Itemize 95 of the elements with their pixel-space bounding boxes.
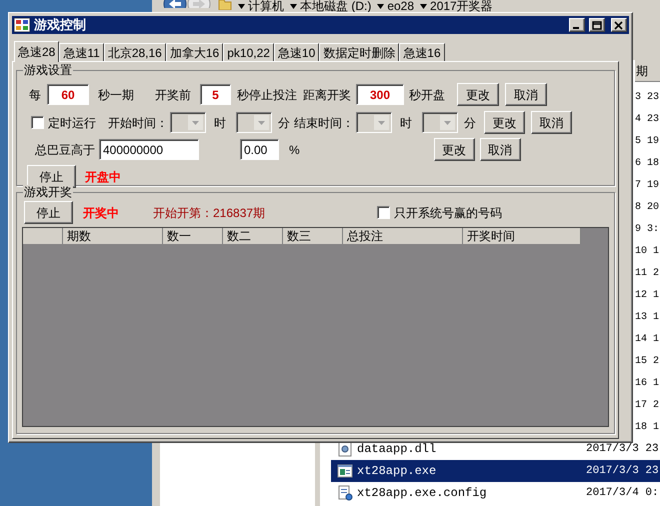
file-name: xt28app.exe.config [357,485,488,502]
date-cell-text: 17 2 [635,398,660,412]
tab[interactable]: 急速11 [59,43,104,61]
label: 时 [214,114,226,132]
tab[interactable]: 急速10 [274,43,320,61]
seconds-field[interactable]: 60 [47,84,89,105]
checkbox[interactable] [31,116,44,129]
tab[interactable]: pk10,22 [223,43,274,61]
close-button[interactable] [611,18,627,32]
dropdown[interactable] [356,112,392,133]
group-title: 游戏设置 [23,63,73,77]
column-header[interactable]: 期 [635,60,660,82]
date-cell-text: 15 2 [635,354,660,368]
date-cell-text: 9 3: [635,222,660,236]
date-cell-text: 10 1 [635,244,660,258]
close-icon [614,20,624,30]
date-cell-text: 5 19 [635,134,660,148]
file-name: dataapp.dll [357,441,438,458]
status-text: 开盘中 [85,168,121,186]
seconds-field[interactable]: 5 [200,84,231,105]
date-cell-text: 6 18 [635,156,660,170]
tab[interactable]: 加拿大16 [166,43,224,61]
date-cell-text: 18 1 [635,420,660,434]
status-text: 开奖中 [83,204,119,222]
date-cell-text: 3 23 [635,90,660,104]
file-row[interactable]: xt28app.exe 2017/3/3 23 [331,460,660,482]
maximize-button[interactable] [589,18,605,32]
dropdown[interactable] [170,112,206,133]
change-button[interactable]: 更改 [484,111,525,134]
period-info: 开始开第：216837期 [153,204,266,222]
column-header[interactable]: 数三 [283,228,343,244]
breadcrumb-item[interactable]: 本地磁盘 (D:) [300,0,372,15]
label: 分 [464,114,476,132]
seconds-field[interactable]: 300 [356,84,404,105]
percent-field[interactable]: 0.00 [240,139,279,160]
file-name: xt28app.exe [357,463,438,480]
date-cell-text: 12 1 [635,288,660,302]
cancel-button[interactable]: 取消 [480,138,521,161]
column-header[interactable]: 数二 [223,228,283,244]
change-button[interactable]: 更改 [457,83,499,106]
change-button[interactable]: 更改 [434,138,475,161]
date-cell-text: 2017/3/3 23 [586,442,659,457]
label: 开始时间： [108,114,168,132]
checkbox-label: 定时运行 [48,114,96,132]
date-cell-text: 4 23 [635,112,660,126]
date-cell-text: 8 20 [635,200,660,214]
date-cell-text: 16 1 [635,376,660,390]
minimize-button[interactable] [569,18,585,32]
label: 开奖前 [155,86,191,104]
caret-icon[interactable] [420,4,428,8]
label: 分 [278,114,290,132]
checkbox[interactable] [377,206,390,219]
label: 秒一期 [98,86,134,104]
minimize-icon [573,27,579,29]
label: % [289,142,300,158]
date-cell-text: 2017/3/3 23 [586,464,659,479]
dropdown[interactable] [422,112,458,133]
caret-icon[interactable] [238,4,245,8]
window-title: 游戏控制 [34,16,87,34]
label: 每 [29,86,41,104]
tab[interactable]: 急速16 [399,43,445,61]
caret-icon[interactable] [290,4,297,8]
cancel-button[interactable]: 取消 [531,111,572,134]
column-header[interactable]: 开奖时间 [463,228,581,244]
date-cell-text: 7 19 [635,178,660,192]
checkbox-label: 只开系统号赢的号码 [394,204,502,222]
cancel-button[interactable]: 取消 [505,83,547,106]
window-file-icon [337,463,353,479]
date-cell-text: 2017/3/4 0: [586,486,659,501]
date-cell-text: 13 1 [635,310,660,324]
column-header[interactable]: 数一 [163,228,223,244]
label: 结束时间： [294,114,354,132]
breadcrumb-item[interactable]: eo28 [387,0,414,15]
column-header[interactable]: 总投注 [343,228,463,244]
label: 秒停止投注 [237,86,297,104]
app-icon [14,18,30,32]
caret-icon[interactable] [377,4,384,8]
tab[interactable]: 数据定时删除 [319,43,400,61]
breadcrumb-item[interactable]: 计算机 [248,0,284,15]
amount-field[interactable]: 400000000 [99,139,199,160]
label: 总巴豆高于 [35,142,95,158]
maximize-icon [592,20,602,30]
label: 距离开奖 [303,86,351,104]
dropdown[interactable] [236,112,272,133]
group-title: 游戏开奖 [23,185,73,199]
stop-button[interactable]: 停止 [24,201,73,224]
breadcrumb-item[interactable]: 2017开奖器 [430,0,493,15]
label: 秒开盘 [409,86,445,104]
label: 时 [400,114,412,132]
tab[interactable]: 北京28,16 [104,43,166,61]
folder-icon [218,0,232,10]
column-header[interactable]: 期数 [63,228,163,244]
date-cell-text: 14 1 [635,332,660,346]
tab[interactable]: 急速28 [14,41,60,62]
date-cell-text: 11 2 [635,266,660,280]
